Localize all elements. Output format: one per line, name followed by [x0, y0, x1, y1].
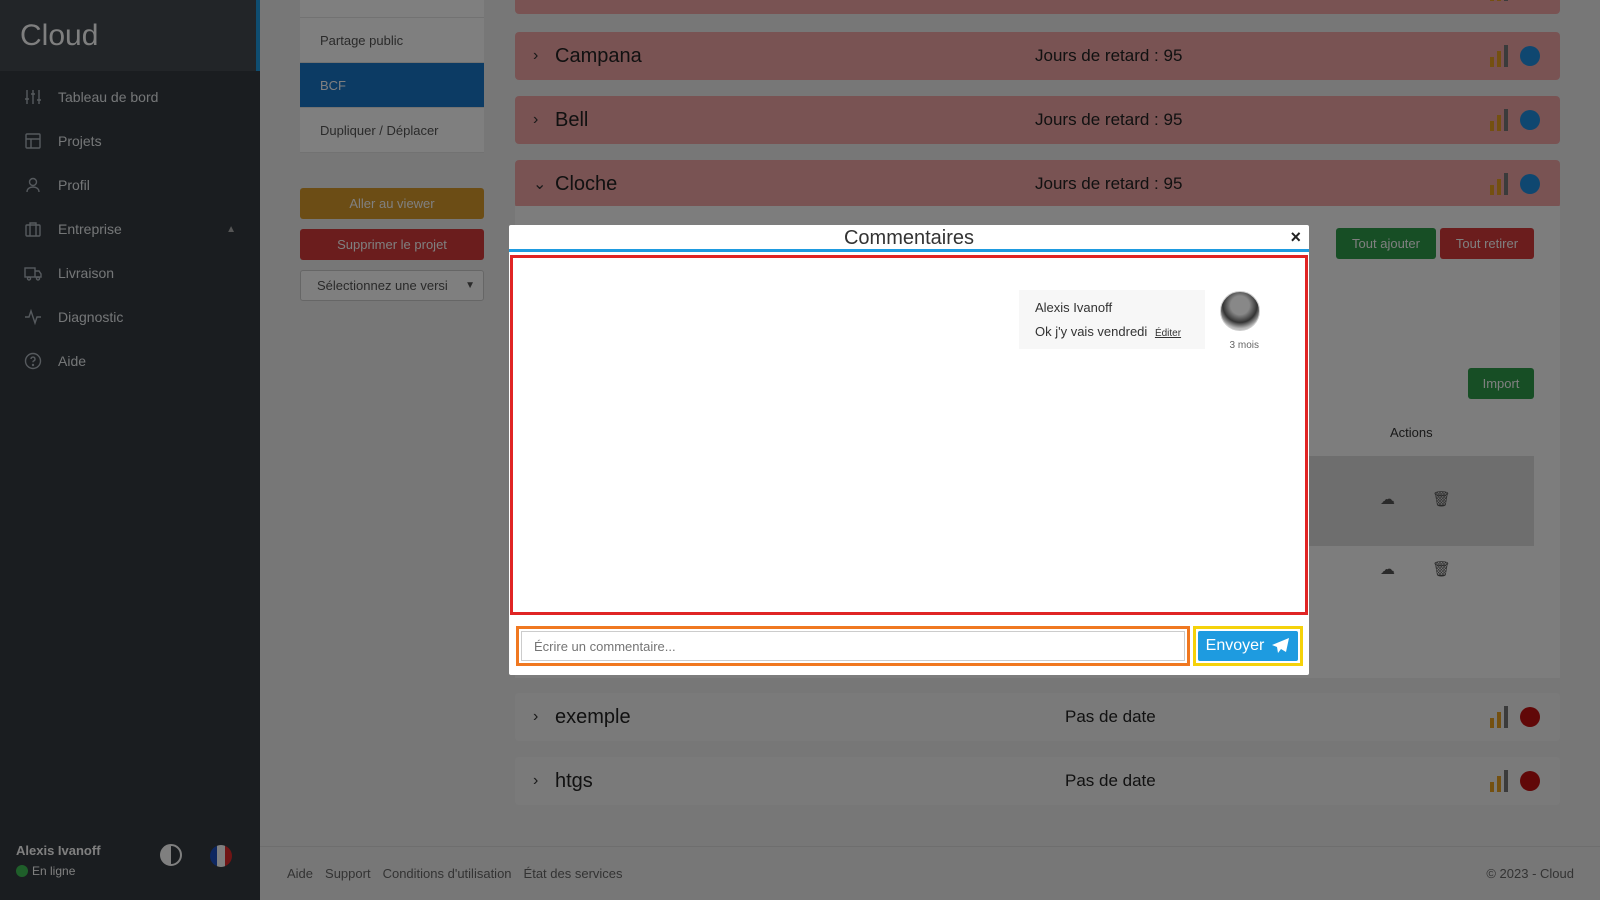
send-button-wrapper: Envoyer	[1193, 626, 1303, 666]
comment-text-line: Ok j'y vais vendredi Éditer	[1035, 324, 1189, 339]
comment-input[interactable]	[521, 631, 1185, 661]
paper-plane-icon	[1272, 638, 1290, 653]
modal-title: Commentaires	[843, 227, 975, 249]
comments-modal: Commentaires × Alexis Ivanoff Ok j'y vai…	[509, 225, 1309, 675]
send-button[interactable]: Envoyer	[1198, 631, 1298, 661]
edit-comment-link[interactable]: Éditer	[1155, 328, 1181, 339]
comment-bubble: Alexis Ivanoff Ok j'y vais vendredi Édit…	[1019, 290, 1205, 349]
modal-header: Commentaires ×	[509, 225, 1309, 252]
comment-author: Alexis Ivanoff	[1035, 300, 1113, 315]
comments-list[interactable]: Alexis Ivanoff Ok j'y vais vendredi Édit…	[510, 255, 1308, 615]
send-button-label: Envoyer	[1205, 637, 1265, 654]
comment-time: 3 mois	[1229, 340, 1259, 351]
comment-text: Ok j'y vais vendredi	[1035, 324, 1148, 339]
avatar	[1220, 291, 1260, 331]
comment-input-wrapper	[516, 626, 1190, 666]
close-icon[interactable]: ×	[1290, 227, 1301, 248]
